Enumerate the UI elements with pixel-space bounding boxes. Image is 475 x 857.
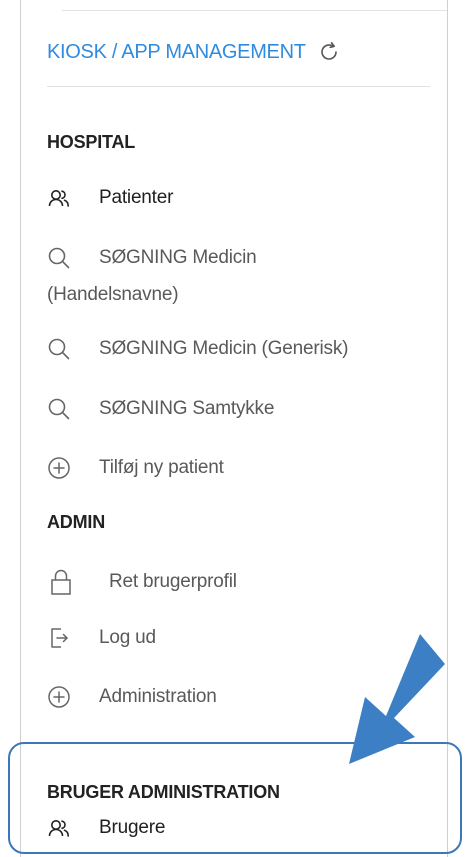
search-icon [45, 244, 73, 272]
refresh-icon[interactable] [316, 39, 342, 65]
section-title-bruger-administration: BRUGER ADMINISTRATION [47, 782, 280, 802]
header: KIOSK / APP MANAGEMENT [47, 34, 342, 70]
users-icon [45, 184, 73, 212]
nav-item-label: SØGNING Samtykke [99, 398, 275, 419]
section-title-admin: ADMIN [47, 512, 105, 532]
nav-item-label-line2: (Handelsnavne) [47, 284, 179, 305]
nav-item-search-medicin-generisk[interactable]: SØGNING Medicin (Generisk) [45, 335, 348, 363]
search-icon [45, 335, 73, 363]
nav-item-patienter[interactable]: Patienter [45, 184, 173, 212]
nav-item-administration[interactable]: Administration [45, 683, 217, 711]
users-icon [45, 814, 73, 842]
panel-left-border [20, 0, 21, 857]
section-title-hospital: HOSPITAL [47, 132, 136, 152]
kiosk-app-management-link[interactable]: KIOSK / APP MANAGEMENT [47, 41, 306, 64]
logout-icon [45, 624, 73, 652]
navigation-panel: KIOSK / APP MANAGEMENT HOSPITAL Patiente… [0, 0, 475, 857]
panel-right-border [447, 0, 448, 857]
nav-item-label: Patienter [99, 187, 174, 208]
panel-top-border [62, 10, 447, 11]
annotation-arrow-icon [349, 634, 445, 764]
search-icon [45, 395, 73, 423]
nav-item-search-medicin-handelsnavne[interactable]: SØGNING Medicin (Handelsnavne) [45, 244, 425, 306]
nav-item-label: Log ud [99, 627, 156, 648]
lock-icon [45, 566, 77, 598]
nav-item-label: SØGNING Medicin (Generisk) [99, 338, 349, 359]
nav-item-label-line1: SØGNING Medicin [99, 247, 257, 268]
nav-item-label: Ret brugerprofil [109, 571, 237, 592]
nav-item-label: Tilføj ny patient [99, 457, 224, 478]
nav-item-brugere[interactable]: Brugere [45, 814, 165, 842]
nav-item-logout[interactable]: Log ud [45, 624, 156, 652]
header-divider [47, 86, 430, 87]
nav-item-label: Brugere [99, 817, 166, 838]
nav-item-label: Administration [99, 686, 217, 707]
nav-item-add-patient[interactable]: Tilføj ny patient [45, 454, 224, 482]
nav-item-search-samtykke[interactable]: SØGNING Samtykke [45, 395, 274, 423]
plus-circle-icon [45, 683, 73, 711]
nav-item-edit-user-profile[interactable]: Ret brugerprofil [45, 566, 237, 598]
plus-circle-icon [45, 454, 73, 482]
